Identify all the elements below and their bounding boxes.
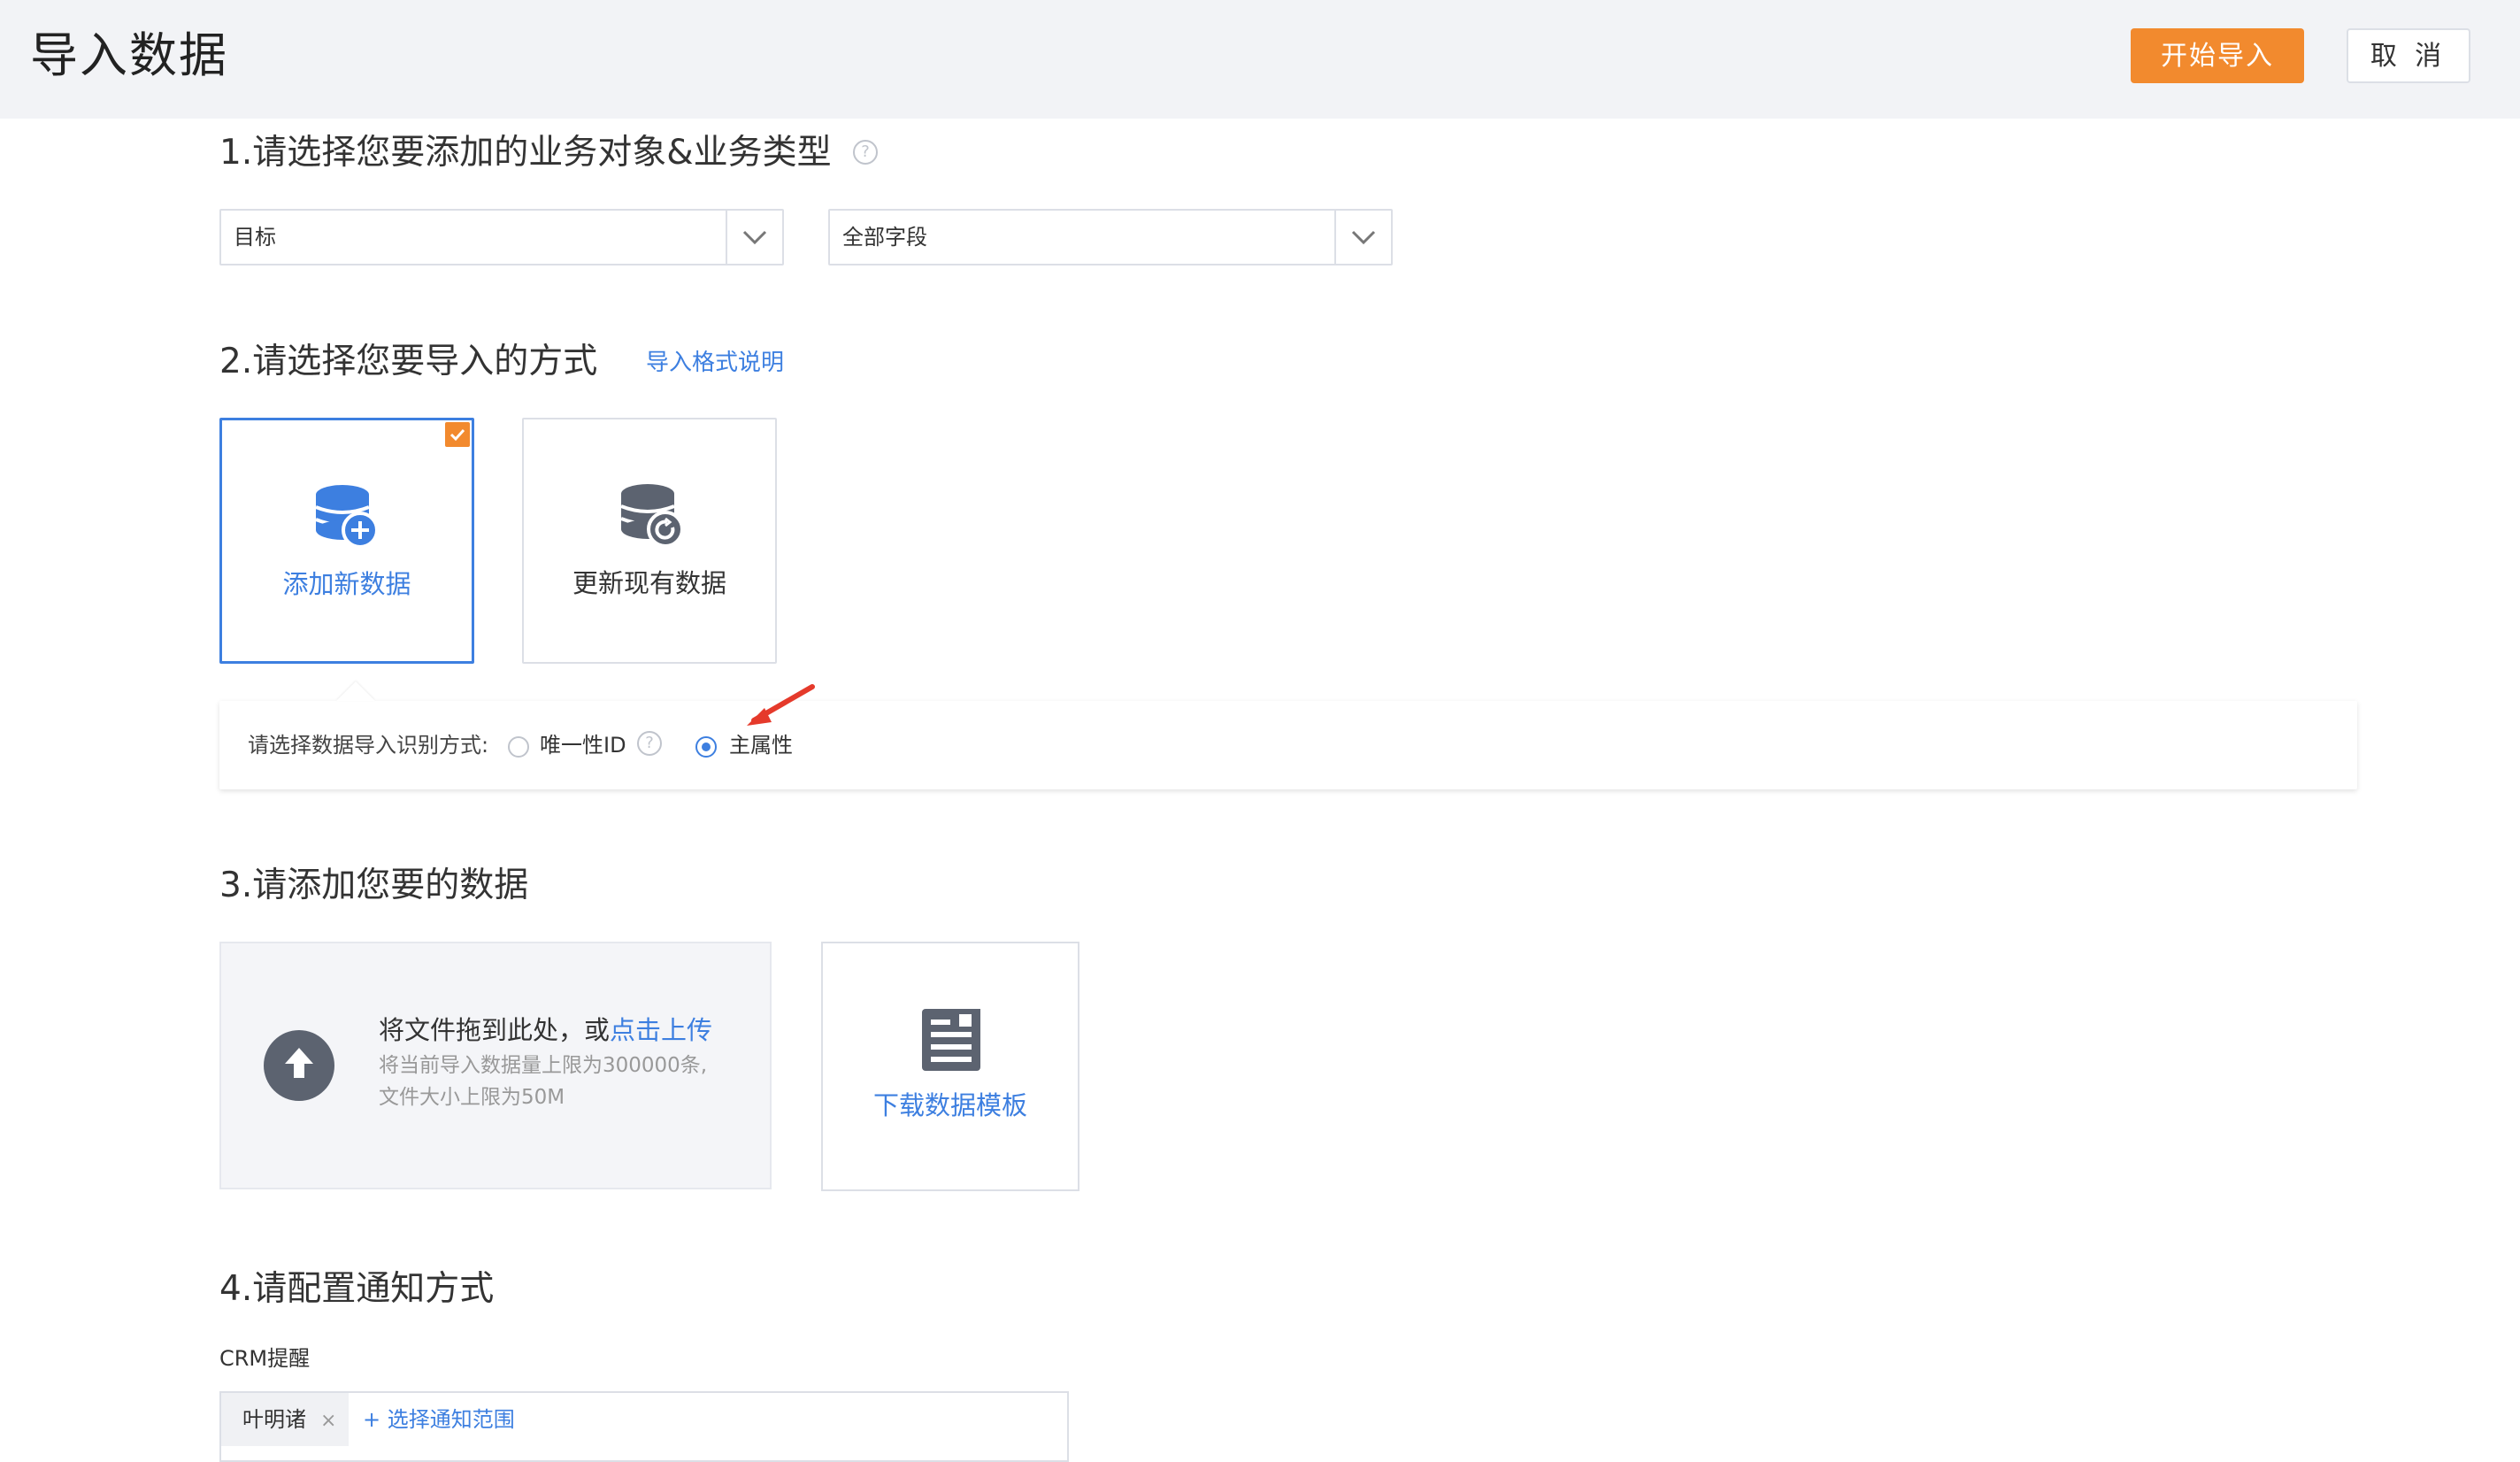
help-icon[interactable]: ? [637, 731, 662, 756]
database-refresh-icon [619, 483, 685, 550]
notification-recipients-field[interactable]: 叶明诸 × + 选择通知范围 [219, 1391, 1069, 1462]
database-add-icon [314, 484, 380, 551]
download-template-card[interactable]: 下载数据模板 [821, 942, 1079, 1191]
card-label: 添加新数据 [282, 569, 411, 599]
annotation-arrow-icon [747, 684, 815, 726]
recipient-name: 叶明诸 [242, 1407, 306, 1432]
upload-icon [264, 1030, 334, 1101]
object-select-value: 目标 [234, 225, 276, 250]
card-label: 更新现有数据 [572, 568, 726, 598]
check-icon [445, 422, 470, 447]
step1-title: 1.请选择您要添加的业务对象&业务类型 [219, 133, 832, 173]
radio-main-attribute[interactable] [695, 736, 717, 758]
object-select[interactable]: 目标 [219, 209, 784, 265]
click-upload-link[interactable]: 点击上传 [610, 1015, 712, 1045]
cancel-button[interactable]: 取 消 [2347, 28, 2470, 83]
chevron-down-icon[interactable] [1334, 211, 1391, 264]
step2-title: 2.请选择您要导入的方式 [219, 342, 598, 381]
upload-instruction: 将文件拖到此处，或点击上传 [379, 1012, 712, 1048]
step4-title: 4.请配置通知方式 [219, 1269, 495, 1309]
help-icon[interactable]: ? [853, 140, 878, 165]
upload-size-note: 文件大小上限为50M [379, 1086, 565, 1109]
step3-title: 3.请添加您要的数据 [219, 866, 529, 905]
chevron-down-icon[interactable] [726, 211, 782, 264]
identify-method-label: 请选择数据导入识别方式: [248, 733, 489, 758]
update-existing-data-card[interactable]: 更新现有数据 [522, 418, 777, 664]
type-select[interactable]: 全部字段 [828, 209, 1393, 265]
close-icon[interactable]: × [320, 1410, 336, 1432]
page-title: 导入数据 [30, 27, 228, 83]
upload-limit-note: 将当前导入数据量上限为300000条, [379, 1054, 708, 1077]
upload-prefix: 将文件拖到此处，或 [379, 1015, 611, 1045]
crm-reminder-label: CRM提醒 [219, 1346, 311, 1371]
start-import-button[interactable]: 开始导入 [2131, 28, 2304, 83]
download-template-label: 下载数据模板 [872, 1090, 1027, 1120]
format-help-link[interactable]: 导入格式说明 [646, 345, 784, 381]
document-icon [920, 1007, 982, 1076]
page-header: 导入数据 开始导入 取 消 [0, 0, 2520, 119]
type-select-value: 全部字段 [842, 225, 927, 250]
add-new-data-card[interactable]: 添加新数据 [219, 418, 474, 664]
radio-unique-id[interactable] [508, 736, 529, 758]
panel-pointer [336, 681, 375, 701]
select-notify-scope-link[interactable]: + 选择通知范围 [363, 1393, 515, 1446]
identify-method-panel: 请选择数据导入识别方式: 唯一性ID ? 主属性 [219, 701, 2357, 789]
radio-unique-id-label[interactable]: 唯一性ID [540, 701, 626, 789]
recipient-tag: 叶明诸 × [221, 1393, 350, 1446]
file-drop-zone[interactable]: 将文件拖到此处，或点击上传 将当前导入数据量上限为300000条, 文件大小上限… [219, 942, 772, 1189]
